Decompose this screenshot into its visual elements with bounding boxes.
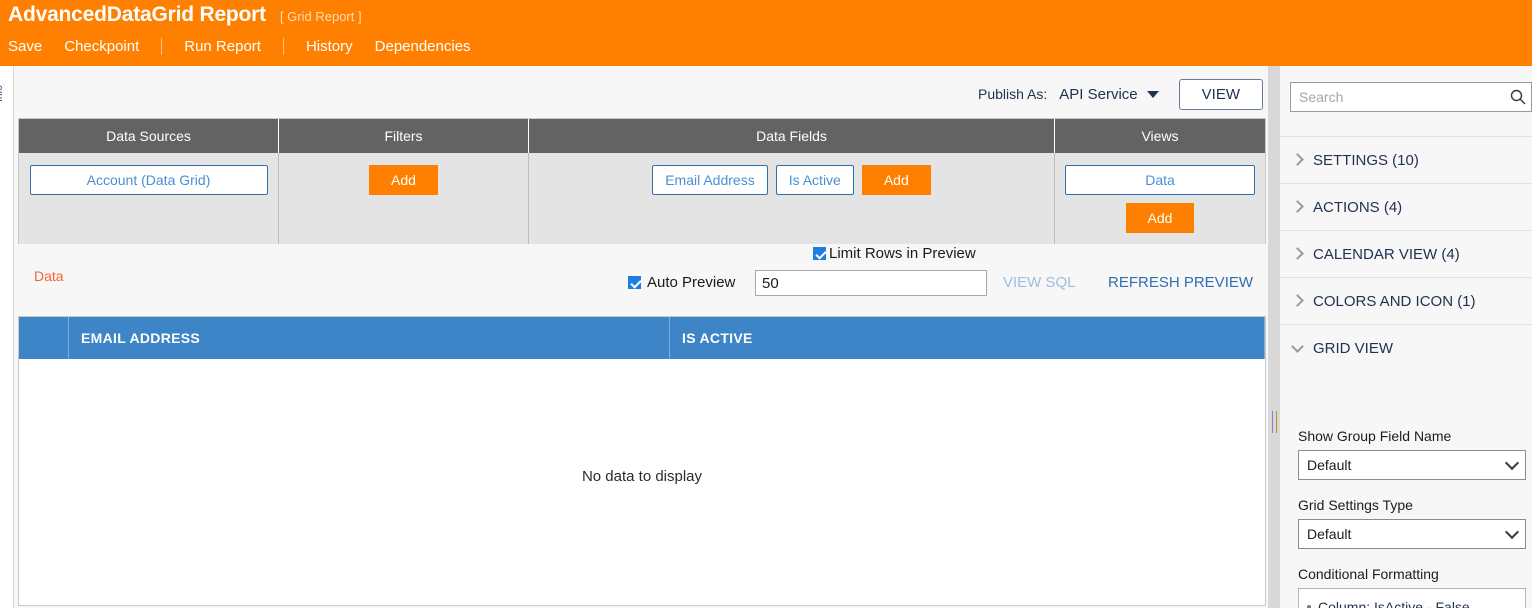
list-item[interactable]: Column: IsActive - False <box>1303 595 1521 608</box>
data-sources-cell: Account (Data Grid) <box>19 153 279 245</box>
chevron-right-icon <box>1291 293 1304 307</box>
data-fields-cell: Email Address Is Active Add <box>529 153 1055 245</box>
builder-col-header-views: Views <box>1141 128 1179 144</box>
preview-data-grid: EMAIL ADDRESS IS ACTIVE No data to displ… <box>18 316 1266 606</box>
sidebar-section-colors-and-icon[interactable]: COLORS AND ICON (1) <box>1280 277 1532 324</box>
menu-item-history[interactable]: History <box>306 38 353 55</box>
grid-select-column-header[interactable] <box>19 317 69 359</box>
grid-view-settings: Show Group Field Name Default Grid Setti… <box>1280 428 1532 608</box>
grid-settings-type-value: Default <box>1307 526 1352 542</box>
chevron-down-icon <box>1504 524 1520 539</box>
sidebar-search[interactable] <box>1290 82 1532 112</box>
chevron-down-icon <box>1504 455 1520 470</box>
builder-col-header-filters: Filters <box>279 119 529 153</box>
grid-header-row: EMAIL ADDRESS IS ACTIVE <box>19 317 1265 359</box>
sidebar-section-settings[interactable]: SETTINGS (10) <box>1280 136 1532 183</box>
publish-as-select[interactable]: API Service <box>1055 85 1159 103</box>
header-menu: Save Checkpoint Run Report History Depen… <box>8 32 471 60</box>
chevron-right-icon <box>1291 199 1304 213</box>
auto-preview-checkbox-group[interactable]: Auto Preview <box>628 274 735 291</box>
main-panel: Publish As: API Service VIEW Data Source… <box>14 66 1272 608</box>
grid-empty-message: No data to display <box>581 467 703 485</box>
data-field-item-is-active[interactable]: Is Active <box>775 165 854 195</box>
limit-rows-checkbox-group[interactable]: Limit Rows in Preview <box>813 245 976 262</box>
builder-col-header-data-fields: Data Fields <box>529 119 1055 153</box>
properties-sidebar: SETTINGS (10) ACTIONS (4) CALENDAR VIEW … <box>1280 66 1532 608</box>
add-view-button[interactable]: Add <box>1125 203 1195 233</box>
show-group-field-name-value: Default <box>1307 457 1352 473</box>
data-field-item-email-address[interactable]: Email Address <box>652 165 768 195</box>
header-title-row: AdvancedDataGrid Report [ Grid Report ] <box>8 0 362 30</box>
search-icon[interactable] <box>1505 89 1531 105</box>
menu-divider <box>282 37 284 55</box>
splitter-grip-icon <box>1272 411 1277 433</box>
sidebar-section-label: GRID VIEW <box>1313 339 1394 357</box>
menu-divider <box>161 37 163 55</box>
menu-item-save[interactable]: Save <box>8 38 42 55</box>
conditional-formatting-list: Column: IsActive - False Column: IsActiv… <box>1298 588 1526 608</box>
sidebar-section-actions[interactable]: ACTIONS (4) <box>1280 183 1532 230</box>
menu-item-dependencies[interactable]: Dependencies <box>375 38 471 55</box>
view-item-data[interactable]: Data <box>1065 165 1255 195</box>
auto-preview-label: Auto Preview <box>647 274 736 291</box>
grid-column-header-email-address[interactable]: EMAIL ADDRESS <box>69 317 670 359</box>
publish-as-label: Publish As: <box>978 86 1048 102</box>
filters-cell: Add <box>279 153 529 245</box>
publish-toolbar: Publish As: API Service VIEW <box>14 74 1271 114</box>
auto-preview-checkbox[interactable] <box>628 276 641 289</box>
info-tab[interactable]: Info <box>0 85 5 102</box>
builder-header-row: Data Sources Filters Data Fields Views <box>19 119 1265 153</box>
builder-body-row: Account (Data Grid) Add Email Address Is… <box>19 153 1265 245</box>
grid-column-header-is-active[interactable]: IS ACTIVE <box>670 317 1265 359</box>
data-source-item-account[interactable]: Account (Data Grid) <box>29 165 268 195</box>
data-section-label: Data <box>34 268 64 284</box>
sidebar-section-label: COLORS AND ICON (1) <box>1313 292 1476 310</box>
conditional-formatting-item-label: Column: IsActive - False <box>1318 599 1470 608</box>
chevron-right-icon <box>1291 246 1304 260</box>
sidebar-section-calendar-view[interactable]: CALENDAR VIEW (4) <box>1280 230 1532 277</box>
left-rail: Info <box>0 66 14 608</box>
conditional-formatting-label: Conditional Formatting <box>1298 566 1439 582</box>
show-group-field-name-label: Show Group Field Name <box>1298 428 1452 444</box>
grid-body: No data to display <box>19 359 1265 605</box>
chevron-down-icon <box>1291 339 1304 353</box>
menu-item-checkpoint[interactable]: Checkpoint <box>64 38 139 55</box>
chevron-down-icon <box>1146 90 1159 98</box>
grid-settings-type-select[interactable]: Default <box>1298 519 1526 549</box>
view-sql-link[interactable]: VIEW SQL <box>1003 274 1076 291</box>
menu-item-run-report[interactable]: Run Report <box>184 38 261 55</box>
sidebar-section-label: SETTINGS (10) <box>1313 151 1419 169</box>
sidebar-section-grid-view[interactable]: GRID VIEW <box>1280 324 1532 371</box>
refresh-preview-link[interactable]: REFRESH PREVIEW <box>1108 274 1253 291</box>
preview-toolbar: Data Limit Rows in Preview Auto Preview … <box>18 244 1266 312</box>
add-data-field-button[interactable]: Add <box>861 165 931 195</box>
report-builder: Data Sources Filters Data Fields Views A… <box>18 118 1266 246</box>
search-input[interactable] <box>1291 83 1505 111</box>
limit-rows-checkbox[interactable] <box>813 247 826 260</box>
builder-col-header-data-sources: Data Sources <box>19 119 279 153</box>
add-filter-button[interactable]: Add <box>369 165 438 195</box>
show-group-field-name-select[interactable]: Default <box>1298 450 1526 480</box>
sidebar-section-label: ACTIONS (4) <box>1313 198 1403 216</box>
publish-as-value: API Service <box>1059 85 1138 103</box>
page-subtitle: [ Grid Report ] <box>279 9 362 24</box>
chevron-right-icon <box>1291 152 1304 166</box>
grid-settings-type-label: Grid Settings Type <box>1298 497 1413 513</box>
panel-splitter[interactable] <box>1268 66 1280 608</box>
limit-rows-label: Limit Rows in Preview <box>829 245 976 262</box>
sidebar-section-label: CALENDAR VIEW (4) <box>1313 245 1460 263</box>
app-root: AdvancedDataGrid Report [ Grid Report ] … <box>0 0 1532 608</box>
views-cell: Data Add <box>1055 153 1265 245</box>
app-header: AdvancedDataGrid Report [ Grid Report ] … <box>0 0 1532 66</box>
row-limit-input[interactable] <box>755 270 987 296</box>
view-button[interactable]: VIEW <box>1178 78 1263 110</box>
page-title: AdvancedDataGrid Report <box>8 3 266 26</box>
